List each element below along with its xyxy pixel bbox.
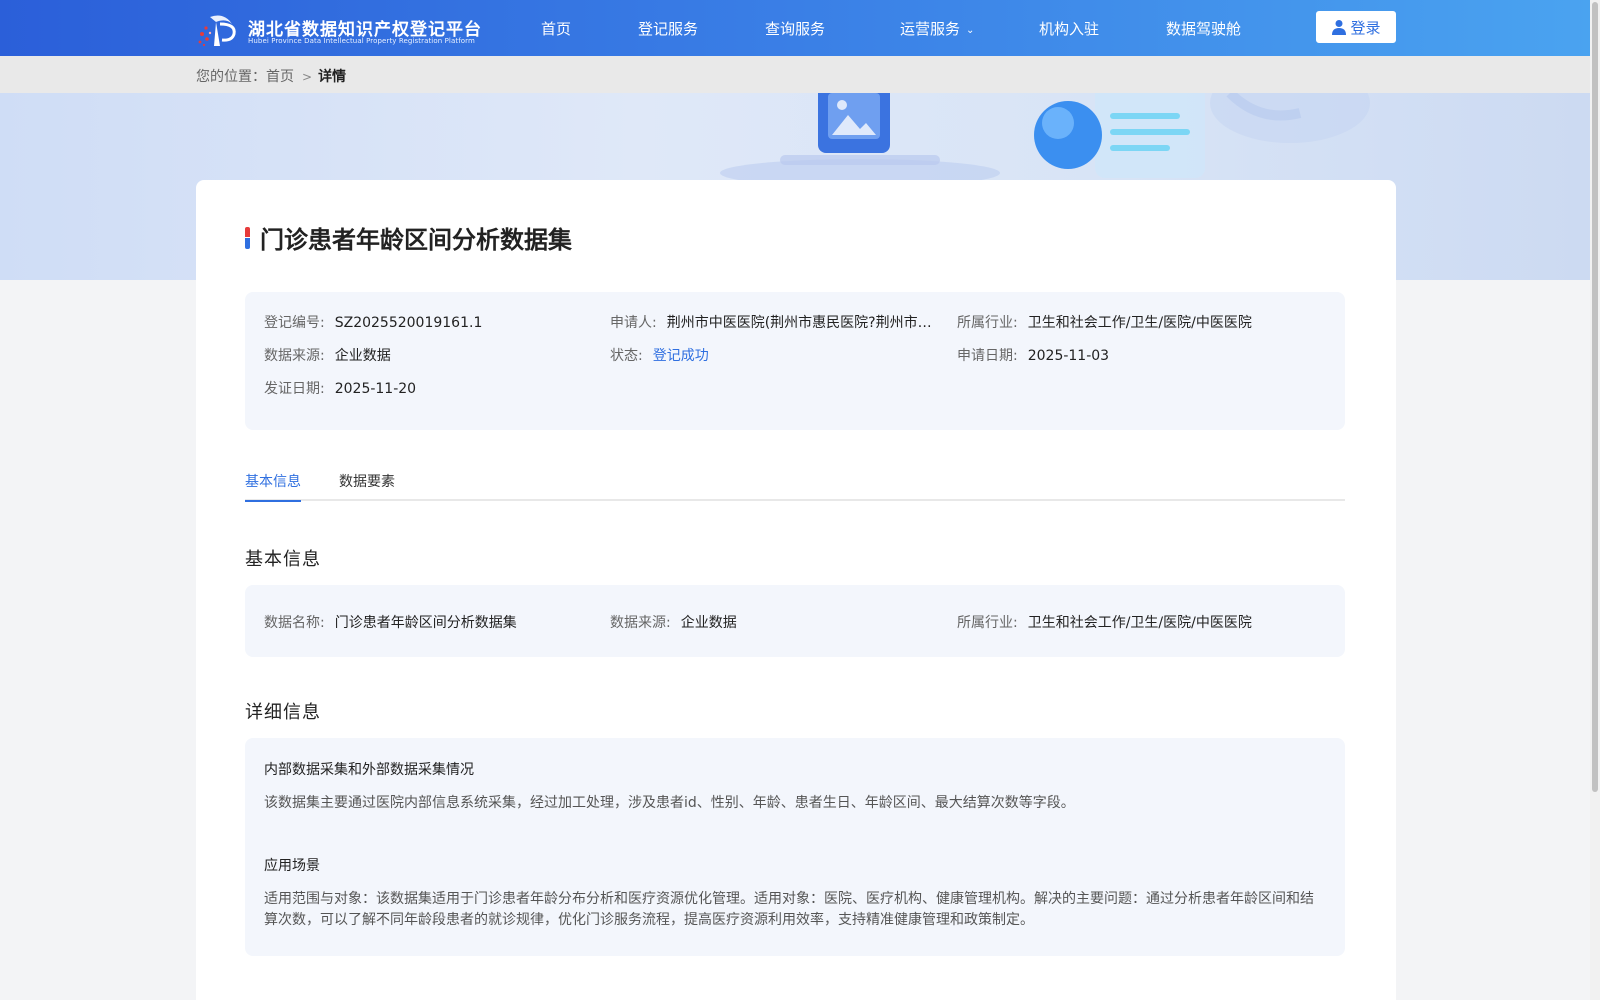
page-title: 门诊患者年龄区间分析数据集	[260, 226, 572, 254]
login-label: 登录	[1350, 18, 1381, 37]
field-label: 所属行业:	[957, 615, 1018, 631]
breadcrumb-home-link[interactable]: 首页	[266, 69, 294, 85]
title-flag-icon	[245, 226, 250, 249]
nav-home[interactable]: 首页	[541, 18, 571, 39]
field-value: SZ2025520019161.1	[334, 315, 483, 331]
tab-basic-info[interactable]: 基本信息	[245, 471, 301, 502]
field-label: 所属行业:	[957, 315, 1018, 331]
breadcrumb-prefix: 您的位置：	[196, 69, 266, 85]
detail-tabs: 基本信息 数据要素	[245, 463, 1345, 502]
field-label: 申请日期:	[957, 348, 1018, 364]
nav-institution-join[interactable]: 机构入驻	[1039, 18, 1099, 39]
field-label: 登记编号:	[264, 315, 325, 331]
field-status: 状态: 登记成功	[610, 345, 709, 365]
basic-section-title: 基本信息	[245, 549, 321, 570]
tab-data-elements[interactable]: 数据要素	[339, 471, 395, 500]
chevron-down-icon: ⌄	[966, 25, 975, 36]
summary-panel: 登记编号: SZ2025520019161.1 申请人: 荆州市中医医院(荆州市惠民…	[245, 292, 1345, 430]
field-value: 企业数据	[680, 615, 737, 631]
field-reg-no: 登记编号: SZ2025520019161.1	[264, 312, 482, 332]
field-data-source: 数据来源: 企业数据	[610, 612, 737, 632]
scrollbar-thumb[interactable]	[1592, 2, 1598, 792]
field-value: 2025-11-03	[1027, 348, 1110, 364]
nav-registration-service[interactable]: 登记服务	[638, 18, 698, 39]
collection-heading: 内部数据采集和外部数据采集情况	[264, 762, 474, 778]
nav-query-service[interactable]: 查询服务	[765, 18, 825, 39]
field-value: 荆州市中医医院(荆州市惠民医院?荆州市…	[666, 315, 932, 331]
field-value: 2025-11-20	[334, 381, 417, 397]
field-label: 发证日期:	[264, 381, 325, 397]
field-value: 企业数据	[334, 348, 391, 364]
nav-operation-service-label: 运营服务	[900, 20, 961, 38]
field-data-name: 数据名称: 门诊患者年龄区间分析数据集	[264, 612, 517, 632]
field-issue-date: 发证日期: 2025-11-20	[264, 378, 416, 398]
field-value: 卫生和社会工作/卫生/医院/中医医院	[1027, 315, 1252, 331]
detail-card: 门诊患者年龄区间分析数据集 登记编号: SZ2025520019161.1 申请人…	[196, 180, 1396, 1000]
field-apply-date: 申请日期: 2025-11-03	[957, 345, 1109, 365]
detail-info-panel: 内部数据采集和外部数据采集情况 该数据集主要通过医院内部信息系统采集，经过加工处…	[245, 738, 1345, 956]
scenario-text: 适用范围与对象：该数据集适用于门诊患者年龄分布分析和医疗资源优化管理。适用对象：…	[264, 891, 1314, 928]
breadcrumb: 您的位置：首页 > 详情	[196, 66, 346, 86]
nav-data-cockpit[interactable]: 数据驾驶舱	[1166, 18, 1241, 39]
user-icon	[1332, 20, 1347, 35]
field-source: 数据来源: 企业数据	[264, 345, 391, 365]
field-value: 门诊患者年龄区间分析数据集	[334, 615, 517, 631]
breadcrumb-current: 详情	[318, 69, 347, 85]
field-label: 状态:	[610, 348, 643, 364]
chevron-right-icon: >	[302, 70, 313, 84]
title-row: 门诊患者年龄区间分析数据集	[245, 220, 572, 255]
breadcrumb-bar: 您的位置：首页 > 详情	[0, 56, 1590, 93]
field-label: 数据来源:	[264, 348, 325, 364]
detail-section-title: 详细信息	[245, 702, 321, 723]
scenario-heading: 应用场景	[264, 858, 320, 874]
field-label: 数据来源:	[610, 615, 671, 631]
basic-info-panel: 数据名称: 门诊患者年龄区间分析数据集 数据来源: 企业数据 所属行业: 卫生和社会工…	[245, 585, 1345, 657]
status-badge: 登记成功	[652, 348, 709, 364]
field-applicant: 申请人: 荆州市中医医院(荆州市惠民医院?荆州市…	[610, 312, 932, 332]
field-label: 数据名称:	[264, 615, 325, 631]
field-label: 申请人:	[610, 315, 657, 331]
collection-text: 该数据集主要通过医院内部信息系统采集，经过加工处理，涉及患者id、性别、年龄、患…	[264, 795, 1075, 811]
field-value: 卫生和社会工作/卫生/医院/中医医院	[1027, 615, 1252, 631]
field-industry: 所属行业: 卫生和社会工作/卫生/医院/中医医院	[957, 312, 1252, 332]
login-button[interactable]: 登录	[1316, 11, 1396, 43]
top-header: 湖北省数据知识产权登记平台 Hubei Province Data Intell…	[0, 0, 1590, 56]
field-data-industry: 所属行业: 卫生和社会工作/卫生/医院/中医医院	[957, 612, 1252, 632]
nav-operation-service[interactable]: 运营服务 ⌄	[900, 18, 974, 39]
